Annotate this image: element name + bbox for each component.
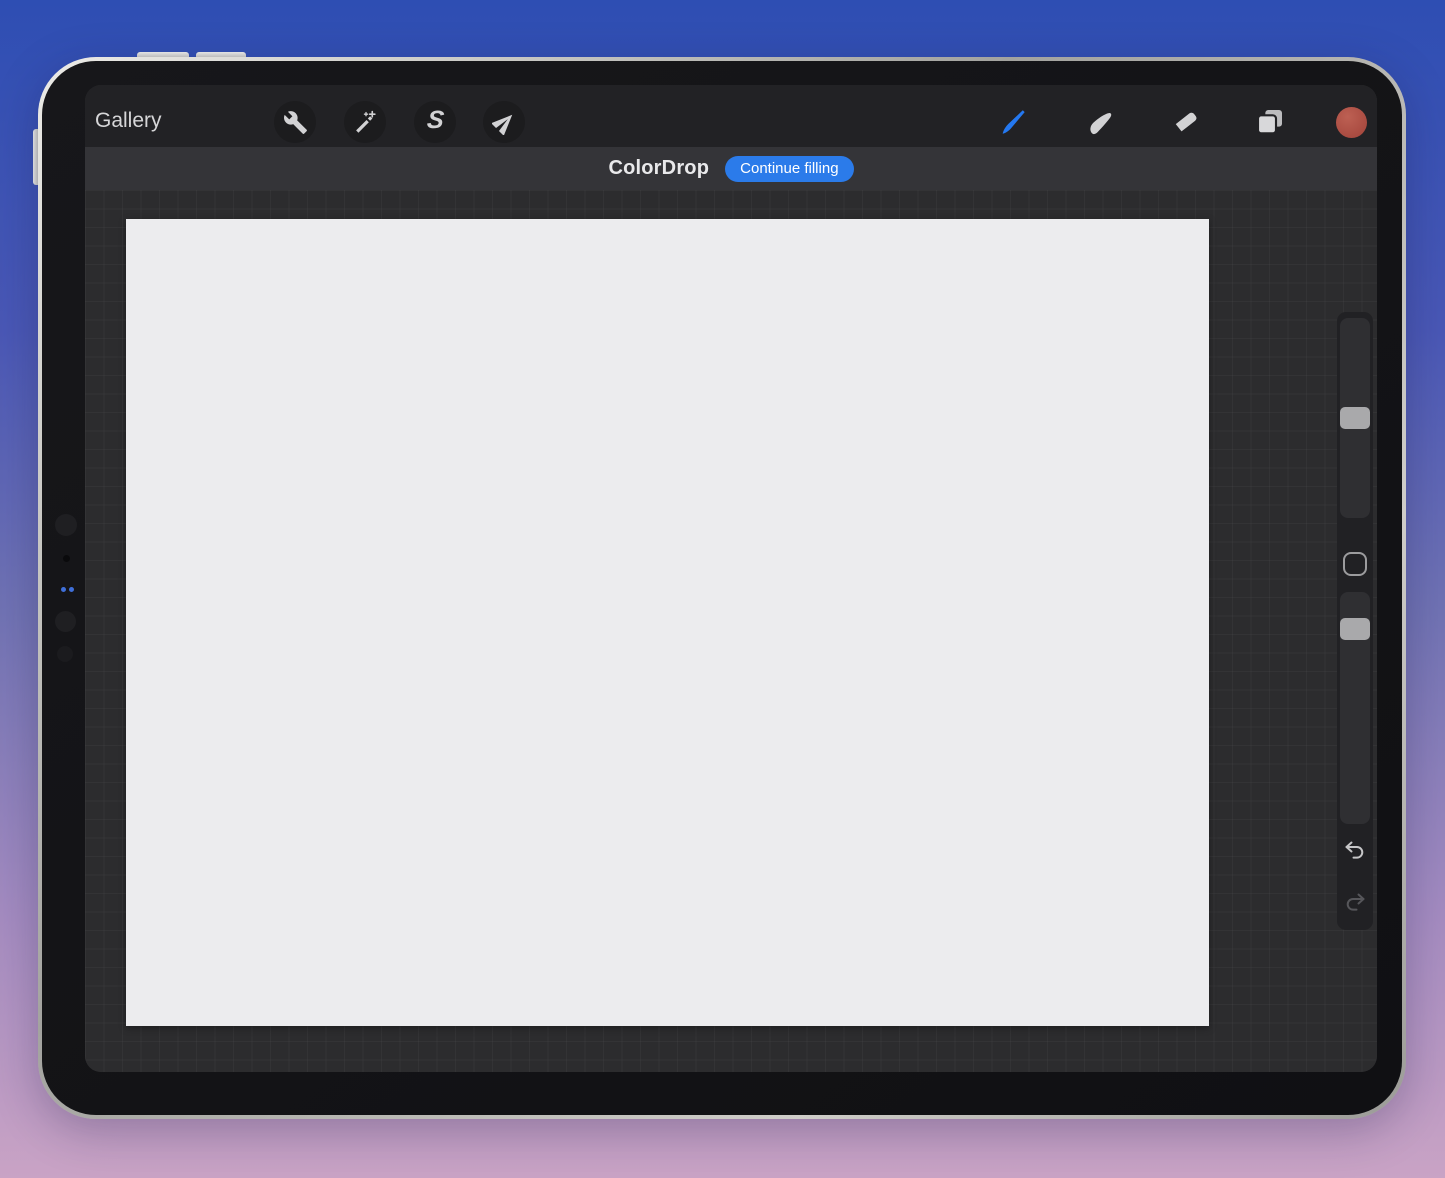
colordrop-title: ColorDrop xyxy=(608,157,709,180)
actions-button[interactable] xyxy=(274,101,316,143)
color-swatch-button[interactable] xyxy=(1336,107,1367,138)
camera-sensor xyxy=(57,646,73,662)
sidebar-controls xyxy=(1337,312,1373,930)
camera-sensor xyxy=(55,611,76,632)
top-toolbar: Gallery S xyxy=(85,85,1377,147)
opacity-handle[interactable] xyxy=(1340,618,1370,640)
redo-button[interactable] xyxy=(1343,891,1367,915)
front-camera xyxy=(55,514,77,536)
eraser-tool-button[interactable] xyxy=(1169,105,1203,139)
colordrop-banner: ColorDrop Continue filling xyxy=(85,147,1377,190)
brush-icon xyxy=(998,106,1030,138)
camera-sensor-dot xyxy=(63,555,70,562)
adjustments-button[interactable] xyxy=(344,101,386,143)
undo-icon xyxy=(1343,839,1367,863)
drawing-canvas[interactable] xyxy=(126,219,1209,1026)
gallery-button[interactable]: Gallery xyxy=(95,85,162,147)
transform-button[interactable] xyxy=(483,101,525,143)
selection-icon: S xyxy=(425,108,445,136)
app-screen: Gallery S xyxy=(85,85,1377,1072)
selection-button[interactable]: S xyxy=(414,101,456,143)
smudge-tool-button[interactable] xyxy=(1083,105,1117,139)
magic-wand-icon xyxy=(353,110,378,135)
smudge-icon xyxy=(1084,106,1116,138)
undo-button[interactable] xyxy=(1343,839,1367,863)
camera-indicator-dot xyxy=(69,587,74,592)
wrench-icon xyxy=(283,110,308,135)
transform-arrow-icon xyxy=(492,110,517,135)
brush-tool-button[interactable] xyxy=(997,105,1031,139)
brush-size-handle[interactable] xyxy=(1340,407,1370,429)
layers-icon xyxy=(1254,106,1286,138)
eraser-icon xyxy=(1170,106,1202,138)
redo-icon xyxy=(1343,891,1367,915)
desktop-background: Gallery S xyxy=(0,0,1445,1178)
layers-button[interactable] xyxy=(1253,105,1287,139)
continue-filling-button[interactable]: Continue filling xyxy=(725,156,853,182)
modify-button[interactable] xyxy=(1343,552,1367,576)
camera-indicator-dot xyxy=(61,587,66,592)
